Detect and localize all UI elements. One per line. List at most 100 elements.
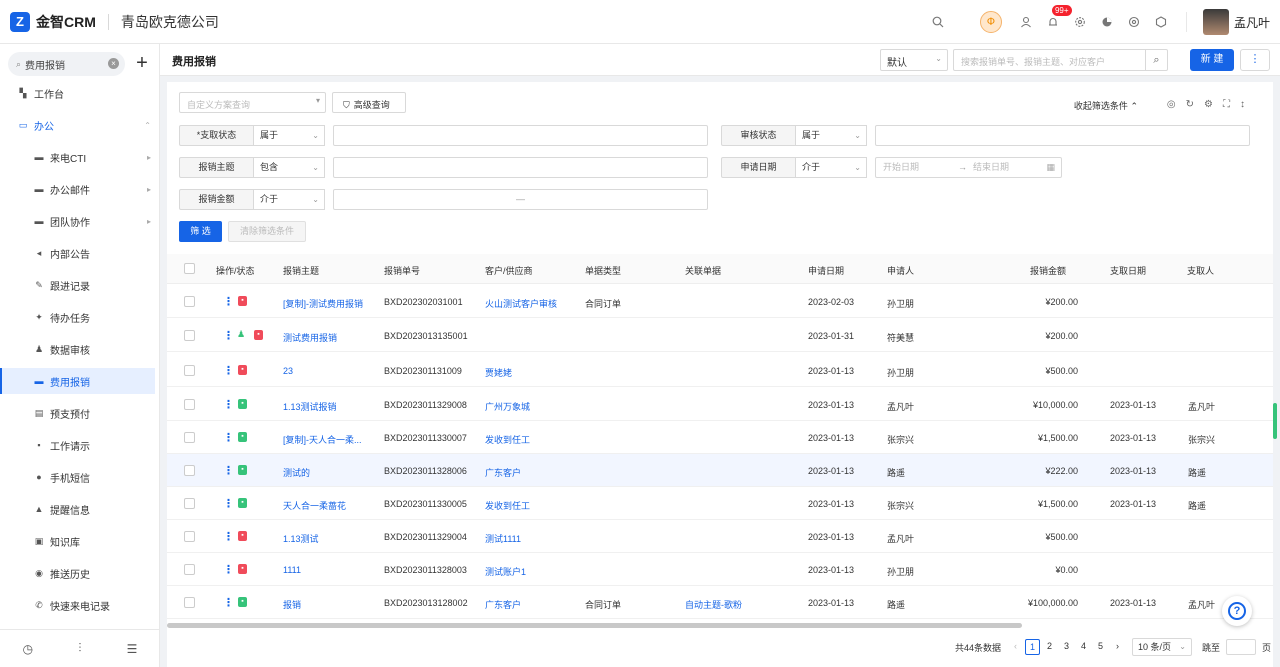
row-checkbox[interactable]	[184, 498, 195, 509]
cell-customer[interactable]: 广州万象城	[485, 400, 530, 413]
date-range-picker[interactable]: 开始日期 → 结束日期 ▦	[875, 157, 1062, 178]
cell-customer[interactable]: 广东客户	[485, 466, 521, 479]
search-button[interactable]: ⌕	[1145, 50, 1167, 70]
column-header[interactable]: 客户/供应商	[485, 264, 533, 277]
filter-op-audit-status[interactable]: 属于 ⌄	[795, 125, 867, 146]
sidebar-item-announcement[interactable]: ◂ 内部公告	[0, 240, 155, 266]
row-actions-icon[interactable]: ⋮	[223, 563, 234, 576]
clear-search-icon[interactable]: ×	[108, 58, 119, 69]
scheme-select[interactable]: 自定义方案查询 ▾	[179, 92, 326, 113]
column-settings-icon[interactable]: ⚙	[1204, 99, 1213, 110]
more-button[interactable]: ⋮	[1240, 49, 1270, 71]
tuning-icon[interactable]: ⫶	[78, 641, 81, 656]
app-logo[interactable]: Z 金智CRM	[0, 11, 96, 32]
cell-customer[interactable]: 火山测试客户审核	[485, 297, 557, 310]
column-header[interactable]: 申请日期	[808, 264, 844, 277]
notification-bell-icon[interactable]: 99+	[1044, 5, 1072, 31]
page-size-select[interactable]: 10 条/页 ⌄	[1131, 638, 1192, 656]
row-actions-icon[interactable]: ⋮	[223, 497, 234, 510]
page-5-button[interactable]: 5	[1093, 639, 1108, 655]
cell-subject[interactable]: 23	[283, 366, 293, 376]
sidebar-item-request[interactable]: ▪ 工作请示	[0, 432, 155, 458]
cell-subject[interactable]: [复制]-测试费用报销	[283, 297, 363, 310]
filter-op-amount[interactable]: 介于 ⌄	[253, 189, 325, 210]
sidebar-item-mail[interactable]: ▬ 办公邮件 ▸	[0, 176, 155, 202]
call-center-icon[interactable]: Ф	[979, 11, 1002, 33]
cell-subject[interactable]: 测试费用报销	[283, 331, 337, 344]
sidebar-item-workbench[interactable]: ▚ 工作台	[0, 80, 155, 106]
browser-icon[interactable]	[1125, 13, 1143, 31]
fullscreen-icon[interactable]: ⛶	[1223, 99, 1230, 110]
column-header[interactable]: 单据类型	[585, 264, 621, 277]
new-button[interactable]: 新 建	[1190, 49, 1234, 71]
row-checkbox[interactable]	[184, 564, 195, 575]
advanced-search-button[interactable]: ⛉ 高级查询	[332, 92, 406, 113]
table-row[interactable]: ⋮ ♟ ▪ 测试费用报销 BXD2023013135001 2023-01-31…	[167, 319, 1273, 352]
table-row[interactable]: ⋮ ▪ [复制]-天人合一柔... BXD2023011330007 发收到任工…	[167, 421, 1273, 454]
table-row[interactable]: ⋮ ▪ 测试的 BXD2023011328006 广东客户 2023-01-13…	[167, 454, 1273, 487]
page-3-button[interactable]: 3	[1059, 639, 1074, 655]
column-header[interactable]: 支取日期	[1110, 264, 1146, 277]
sidebar-item-audit[interactable]: ♟ 数据审核	[0, 336, 155, 362]
collapse-menu-icon[interactable]: ☰	[127, 642, 138, 656]
row-checkbox[interactable]	[184, 531, 195, 542]
clear-filter-button[interactable]: 清除筛选条件	[228, 221, 306, 242]
row-actions-icon[interactable]: ⋮	[223, 364, 234, 377]
main-search-input[interactable]: 搜索报销单号、报销主题、对应客户 ⌕	[953, 49, 1168, 71]
filter-value-amount-range[interactable]: —	[333, 189, 708, 210]
row-checkbox[interactable]	[184, 296, 195, 307]
cell-customer[interactable]: 贾姥姥	[485, 366, 512, 379]
row-checkbox[interactable]	[184, 432, 195, 443]
column-header[interactable]: 操作/状态	[216, 264, 255, 277]
column-header[interactable]: 支取人	[1187, 264, 1214, 277]
filter-value-pay-status[interactable]	[333, 125, 708, 146]
cell-subject[interactable]: [复制]-天人合一柔...	[283, 433, 362, 446]
user-avatar[interactable]	[1202, 9, 1229, 35]
page-1-button[interactable]: 1	[1024, 639, 1040, 655]
help-button[interactable]: ?	[1222, 596, 1252, 626]
filter-value-subject[interactable]	[333, 157, 708, 178]
sidebar-item-advance[interactable]: ▤ 预支预付	[0, 400, 155, 426]
row-actions-icon[interactable]: ⋮	[223, 329, 234, 342]
filter-op-pay-status[interactable]: 属于 ⌄	[253, 125, 325, 146]
cell-customer[interactable]: 广东客户	[485, 598, 521, 611]
page-2-button[interactable]: 2	[1042, 639, 1057, 655]
sidebar-item-push-history[interactable]: ◉ 推送历史	[0, 560, 155, 586]
cell-subject[interactable]: 1.13测试	[283, 532, 319, 545]
contacts-icon[interactable]	[1017, 13, 1035, 31]
column-header[interactable]: 关联单据	[685, 264, 721, 277]
column-header[interactable]: 报销主题	[283, 264, 319, 277]
table-row[interactable]: ⋮ ▪ 天人合一柔蔷花 BXD2023011330005 发收到任工 2023-…	[167, 487, 1273, 520]
sidebar-item-sms[interactable]: ● 手机短信	[0, 464, 155, 490]
sidebar-item-todo[interactable]: ✦ 待办任务	[0, 304, 155, 330]
history-clock-icon[interactable]: ◷	[23, 642, 33, 656]
column-header[interactable]: 申请人	[887, 264, 914, 277]
cell-related[interactable]: 自动主题-歌粉	[685, 598, 742, 611]
row-actions-icon[interactable]: ⋮	[223, 530, 234, 543]
view-select[interactable]: 默认 ⌄	[880, 49, 948, 71]
row-actions-icon[interactable]: ⋮	[223, 464, 234, 477]
table-row[interactable]: ⋮ ▪ 1111 BXD2023011328003 测试账户1 2023-01-…	[167, 553, 1273, 586]
view-icon[interactable]: ◎	[1167, 99, 1176, 110]
add-menu-button[interactable]: +	[130, 52, 154, 76]
cell-customer[interactable]: 测试账户1	[485, 565, 526, 578]
refresh-icon[interactable]: ↻	[1186, 99, 1194, 110]
row-checkbox[interactable]	[184, 365, 195, 376]
collapse-filter-button[interactable]: 收起筛选条件 ⌃	[1074, 99, 1138, 112]
column-header[interactable]: 报销金额	[1030, 264, 1066, 277]
row-actions-icon[interactable]: ⋮	[223, 295, 234, 308]
page-4-button[interactable]: 4	[1076, 639, 1091, 655]
filter-button[interactable]: 筛 选	[179, 221, 222, 242]
sidebar-item-team[interactable]: ▬ 团队协作 ▸	[0, 208, 155, 234]
sidebar-item-expense[interactable]: ▬ 费用报销	[0, 368, 155, 394]
row-actions-icon[interactable]: ⋮	[223, 398, 234, 411]
column-header[interactable]: 报销单号	[384, 264, 420, 277]
filter-value-audit-status[interactable]	[875, 125, 1250, 146]
row-checkbox[interactable]	[184, 597, 195, 608]
sidebar-item-knowledge[interactable]: ▣ 知识库	[0, 528, 155, 554]
horizontal-scrollbar[interactable]	[167, 623, 1022, 628]
density-icon[interactable]: ↕	[1240, 99, 1245, 110]
table-row[interactable]: ⋮ ▪ 1.13测试 BXD2023011329004 测试1111 2023-…	[167, 520, 1273, 553]
jump-page-input[interactable]	[1225, 639, 1256, 655]
user-name[interactable]: 孟凡叶	[1234, 14, 1270, 31]
